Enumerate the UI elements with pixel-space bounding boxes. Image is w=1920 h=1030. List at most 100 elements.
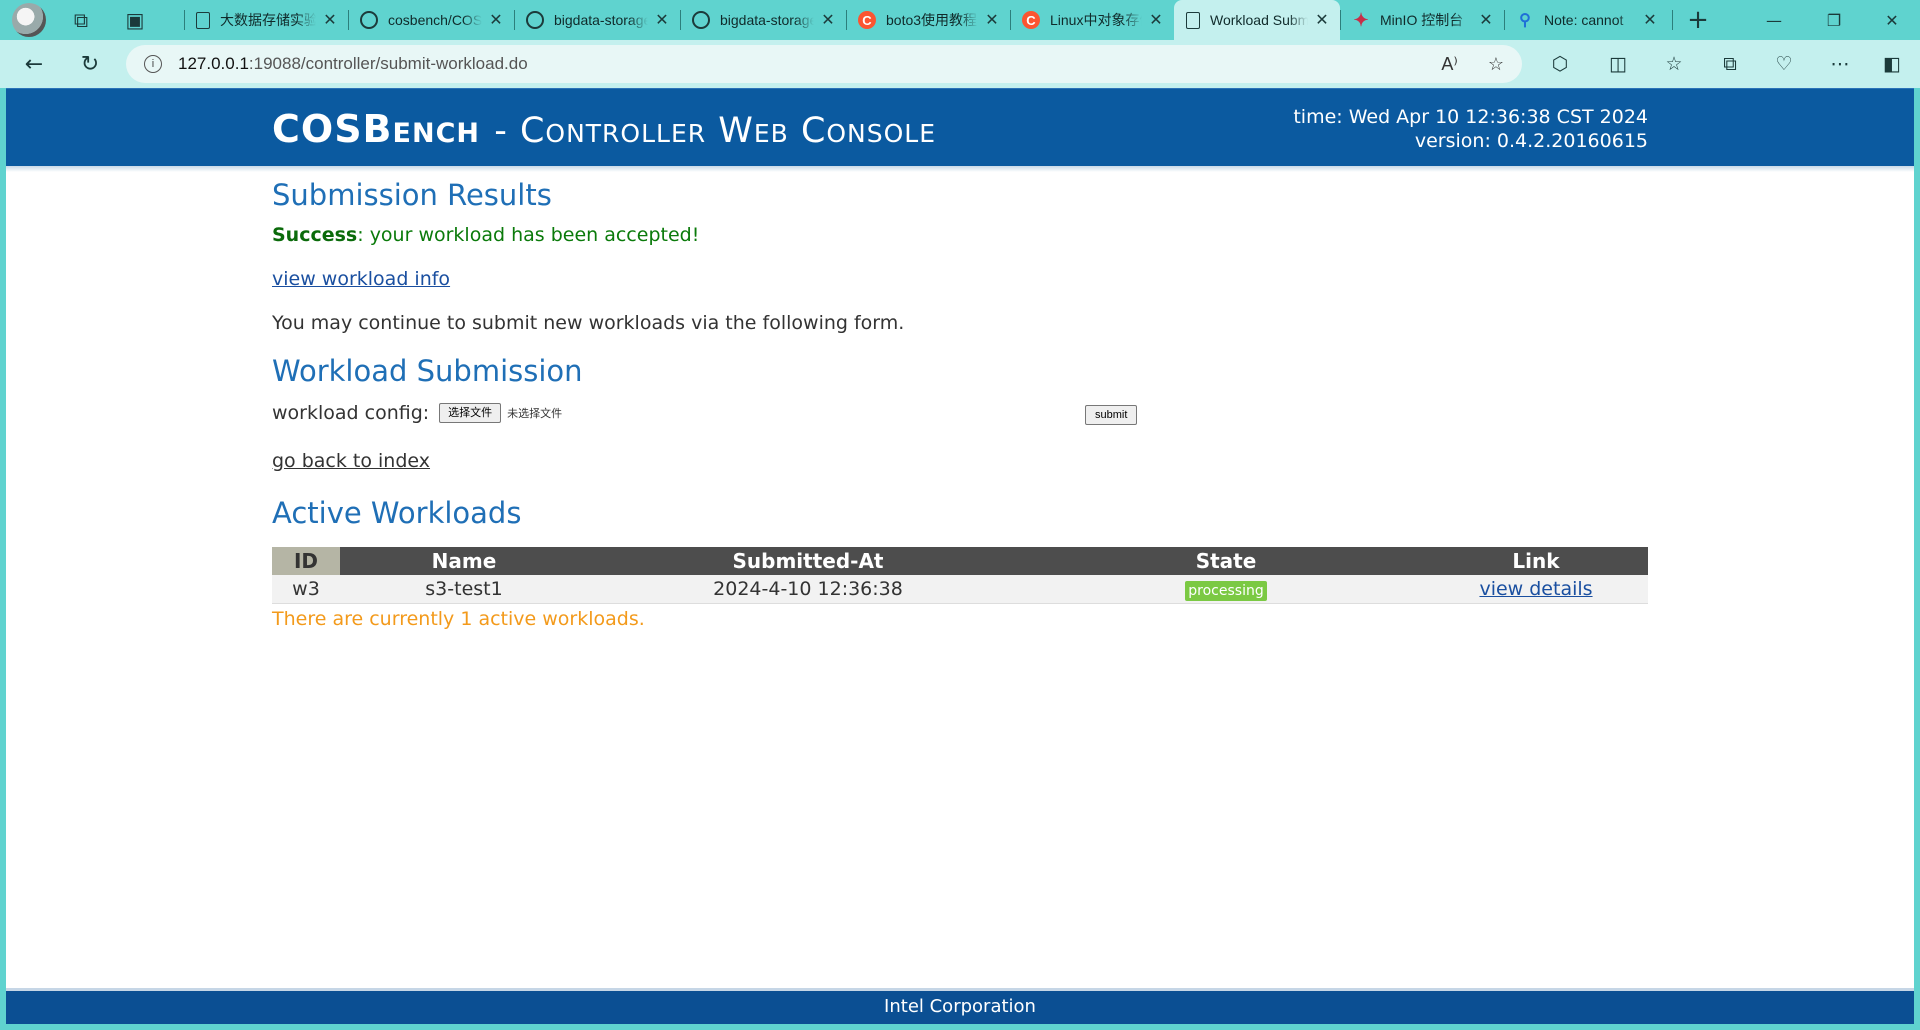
browser-tab[interactable]: cosbench/COSBench ✕ [348, 0, 514, 40]
new-tab-button[interactable]: + [1672, 0, 1718, 40]
address-toolbar: ← ↻ i 127.0.0.1:19088/controller/submit-… [0, 40, 1920, 88]
table-header-row: ID Name Submitted-At State Link [272, 547, 1648, 575]
brand-main: COSBench [272, 107, 480, 151]
csdn-icon: C [858, 11, 876, 29]
header-divider [6, 166, 1914, 172]
extensions-icon[interactable]: ⬡ [1540, 44, 1580, 84]
close-tab-icon[interactable]: ✕ [322, 10, 338, 30]
close-window-icon[interactable]: ✕ [1862, 0, 1920, 40]
restore-icon[interactable]: ❐ [1804, 0, 1864, 40]
collections-icon[interactable]: ⧉ [1710, 44, 1750, 84]
address-bar[interactable]: i 127.0.0.1:19088/controller/submit-work… [126, 45, 1522, 83]
split-screen-icon[interactable]: ◫ [1598, 44, 1638, 84]
url-host: 127.0.0.1 [178, 54, 249, 73]
server-time: time: Wed Apr 10 12:36:38 CST 2024 [1293, 106, 1648, 128]
success-message: Success: your workload has been accepted… [272, 224, 699, 246]
close-tab-icon[interactable]: ✕ [984, 10, 1000, 30]
workspaces-icon[interactable]: ⧉ [66, 5, 96, 35]
tab-title: 大数据存储实验 [220, 12, 316, 28]
close-tab-icon[interactable]: ✕ [1478, 10, 1494, 30]
page-footer: Intel Corporation [6, 988, 1914, 1024]
close-tab-icon[interactable]: ✕ [1148, 10, 1164, 30]
workload-submission-heading: Workload Submission [272, 354, 583, 388]
browser-tab[interactable]: ✦ MinIO 控制台 ✕ [1340, 0, 1504, 40]
active-workloads-table: ID Name Submitted-At State Link w3 s3-te… [272, 547, 1648, 604]
minimize-icon[interactable]: — [1744, 0, 1804, 40]
tab-actions-icon[interactable]: ▣ [120, 5, 150, 35]
github-icon [360, 11, 378, 29]
column-header-link: Link [1424, 547, 1648, 575]
sidebar-toggle-icon[interactable]: ◧ [1872, 44, 1912, 84]
browser-essentials-icon[interactable]: ♡ [1764, 44, 1804, 84]
browser-tab-active[interactable]: Workload Submission ✕ [1174, 0, 1340, 40]
table-row: w3 s3-test1 2024-4-10 12:36:38 processin… [272, 575, 1648, 604]
active-count-text: There are currently 1 active workloads. [272, 608, 645, 630]
tab-title: Note: cannot [1544, 12, 1624, 28]
github-icon [526, 11, 544, 29]
tab-title: Workload Submission [1210, 12, 1308, 28]
browser-tab[interactable]: C boto3使用教程 ✕ [846, 0, 1010, 40]
close-tab-icon[interactable]: ✕ [820, 10, 836, 30]
view-workload-info-link[interactable]: view workload info [272, 268, 450, 290]
more-menu-icon[interactable]: ⋯ [1820, 44, 1860, 84]
favorite-star-icon[interactable]: ☆ [1488, 54, 1504, 75]
go-back-index-link[interactable]: go back to index [272, 450, 430, 472]
workload-submitted-at: 2024-4-10 12:36:38 [588, 575, 1028, 604]
workload-link-cell: view details [1424, 575, 1648, 604]
refresh-icon[interactable]: ↻ [70, 44, 110, 84]
csdn-icon: C [1022, 11, 1040, 29]
header-meta: time: Wed Apr 10 12:36:38 CST 2024 versi… [1293, 105, 1648, 153]
browser-tab[interactable]: bigdata-storage ✕ [680, 0, 846, 40]
close-tab-icon[interactable]: ✕ [1642, 10, 1658, 30]
version-label: version: 0.4.2.20160615 [1414, 130, 1648, 152]
tab-title: bigdata-storage [554, 12, 648, 28]
continue-text: You may continue to submit new workloads… [272, 312, 905, 334]
read-aloud-icon[interactable]: A⁾ [1441, 54, 1457, 75]
workload-id: w3 [272, 575, 340, 604]
column-header-state: State [1028, 547, 1424, 575]
web-page: COSBench - Controller Web Console time: … [6, 88, 1914, 1024]
minio-icon: ✦ [1353, 9, 1369, 30]
url-path: :19088/controller/submit-workload.do [248, 54, 528, 73]
browser-tab[interactable]: 大数据存储实验 ✕ [184, 0, 348, 40]
workload-name: s3-test1 [340, 575, 588, 604]
submit-button[interactable]: submit [1085, 405, 1138, 425]
document-icon [1186, 11, 1200, 29]
column-header-id: ID [272, 547, 340, 575]
workload-state: processing [1028, 575, 1424, 604]
tab-title: bigdata-storage [720, 12, 814, 28]
close-tab-icon[interactable]: ✕ [1314, 10, 1330, 30]
workload-config-label: workload config: [272, 402, 430, 424]
tab-title: MinIO 控制台 [1380, 12, 1464, 28]
search-icon: ⚲ [1519, 12, 1531, 29]
site-info-icon[interactable]: i [144, 55, 162, 73]
tab-strip: ⧉ ▣ 大数据存储实验 ✕ cosbench/COSBench ✕ bigdat… [0, 0, 1920, 40]
github-icon [692, 11, 710, 29]
choose-file-button[interactable]: 选择文件 [439, 403, 502, 423]
submission-results-heading: Submission Results [272, 178, 552, 212]
column-header-submitted: Submitted-At [588, 547, 1028, 575]
column-header-name: Name [340, 547, 588, 575]
brand-subtitle: - Controller Web Console [494, 111, 937, 151]
browser-tab[interactable]: C Linux中对象存储 ✕ [1010, 0, 1174, 40]
close-tab-icon[interactable]: ✕ [654, 10, 670, 30]
browser-tab[interactable]: ⚲ Note: cannot ✕ [1504, 0, 1668, 40]
browser-tab[interactable]: bigdata-storage ✕ [514, 0, 680, 40]
no-file-chosen-text: 未选择文件 [507, 408, 563, 420]
tab-title: boto3使用教程 [886, 12, 978, 28]
status-badge: processing [1185, 580, 1267, 601]
brand-title: COSBench - Controller Web Console [272, 107, 936, 151]
close-tab-icon[interactable]: ✕ [488, 10, 504, 30]
view-details-link[interactable]: view details [1479, 578, 1592, 600]
page-header: COSBench - Controller Web Console time: … [6, 88, 1914, 166]
profile-avatar[interactable] [12, 3, 46, 37]
active-workloads-heading: Active Workloads [272, 496, 522, 530]
tab-title: Linux中对象存储 [1050, 12, 1142, 28]
success-label: Success [272, 224, 358, 246]
workload-config-form: workload config: 选择文件 未选择文件 submit [272, 402, 1172, 425]
back-arrow-icon[interactable]: ← [14, 44, 54, 84]
success-text: : your workload has been accepted! [357, 224, 700, 246]
tab-title: cosbench/COSBench [388, 12, 482, 28]
favorites-icon[interactable]: ☆ [1654, 44, 1694, 84]
document-icon [196, 11, 210, 29]
